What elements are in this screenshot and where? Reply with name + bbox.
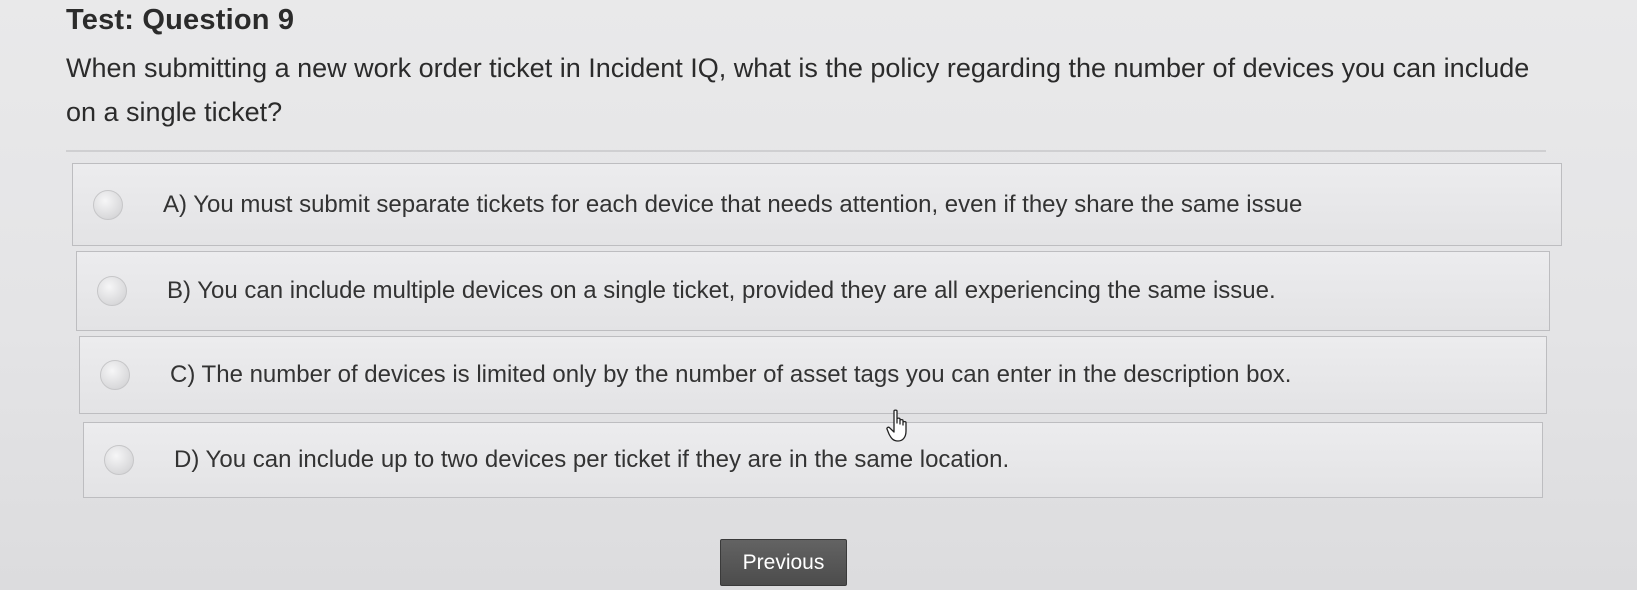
previous-button[interactable]: Previous: [720, 539, 847, 586]
radio-button-a[interactable]: [93, 189, 123, 220]
radio-button-b[interactable]: [97, 276, 127, 306]
answer-option-c[interactable]: C) The number of devices is limited only…: [79, 336, 1547, 414]
answer-option-label: C) The number of devices is limited only…: [170, 361, 1292, 388]
answer-option-d[interactable]: D) You can include up to two devices per…: [83, 422, 1543, 498]
radio-button-c[interactable]: [100, 360, 130, 390]
answer-option-b[interactable]: B) You can include multiple devices on a…: [76, 251, 1550, 331]
answer-option-a[interactable]: A) You must submit separate tickets for …: [72, 163, 1562, 246]
answer-options: A) You must submit separate tickets for …: [0, 0, 1637, 590]
hand-pointer-cursor-icon: [886, 409, 907, 442]
answer-option-label: D) You can include up to two devices per…: [174, 446, 1010, 473]
radio-button-d[interactable]: [104, 445, 134, 475]
answer-option-label: B) You can include multiple devices on a…: [167, 277, 1276, 304]
answer-option-label: A) You must submit separate tickets for …: [163, 190, 1303, 218]
